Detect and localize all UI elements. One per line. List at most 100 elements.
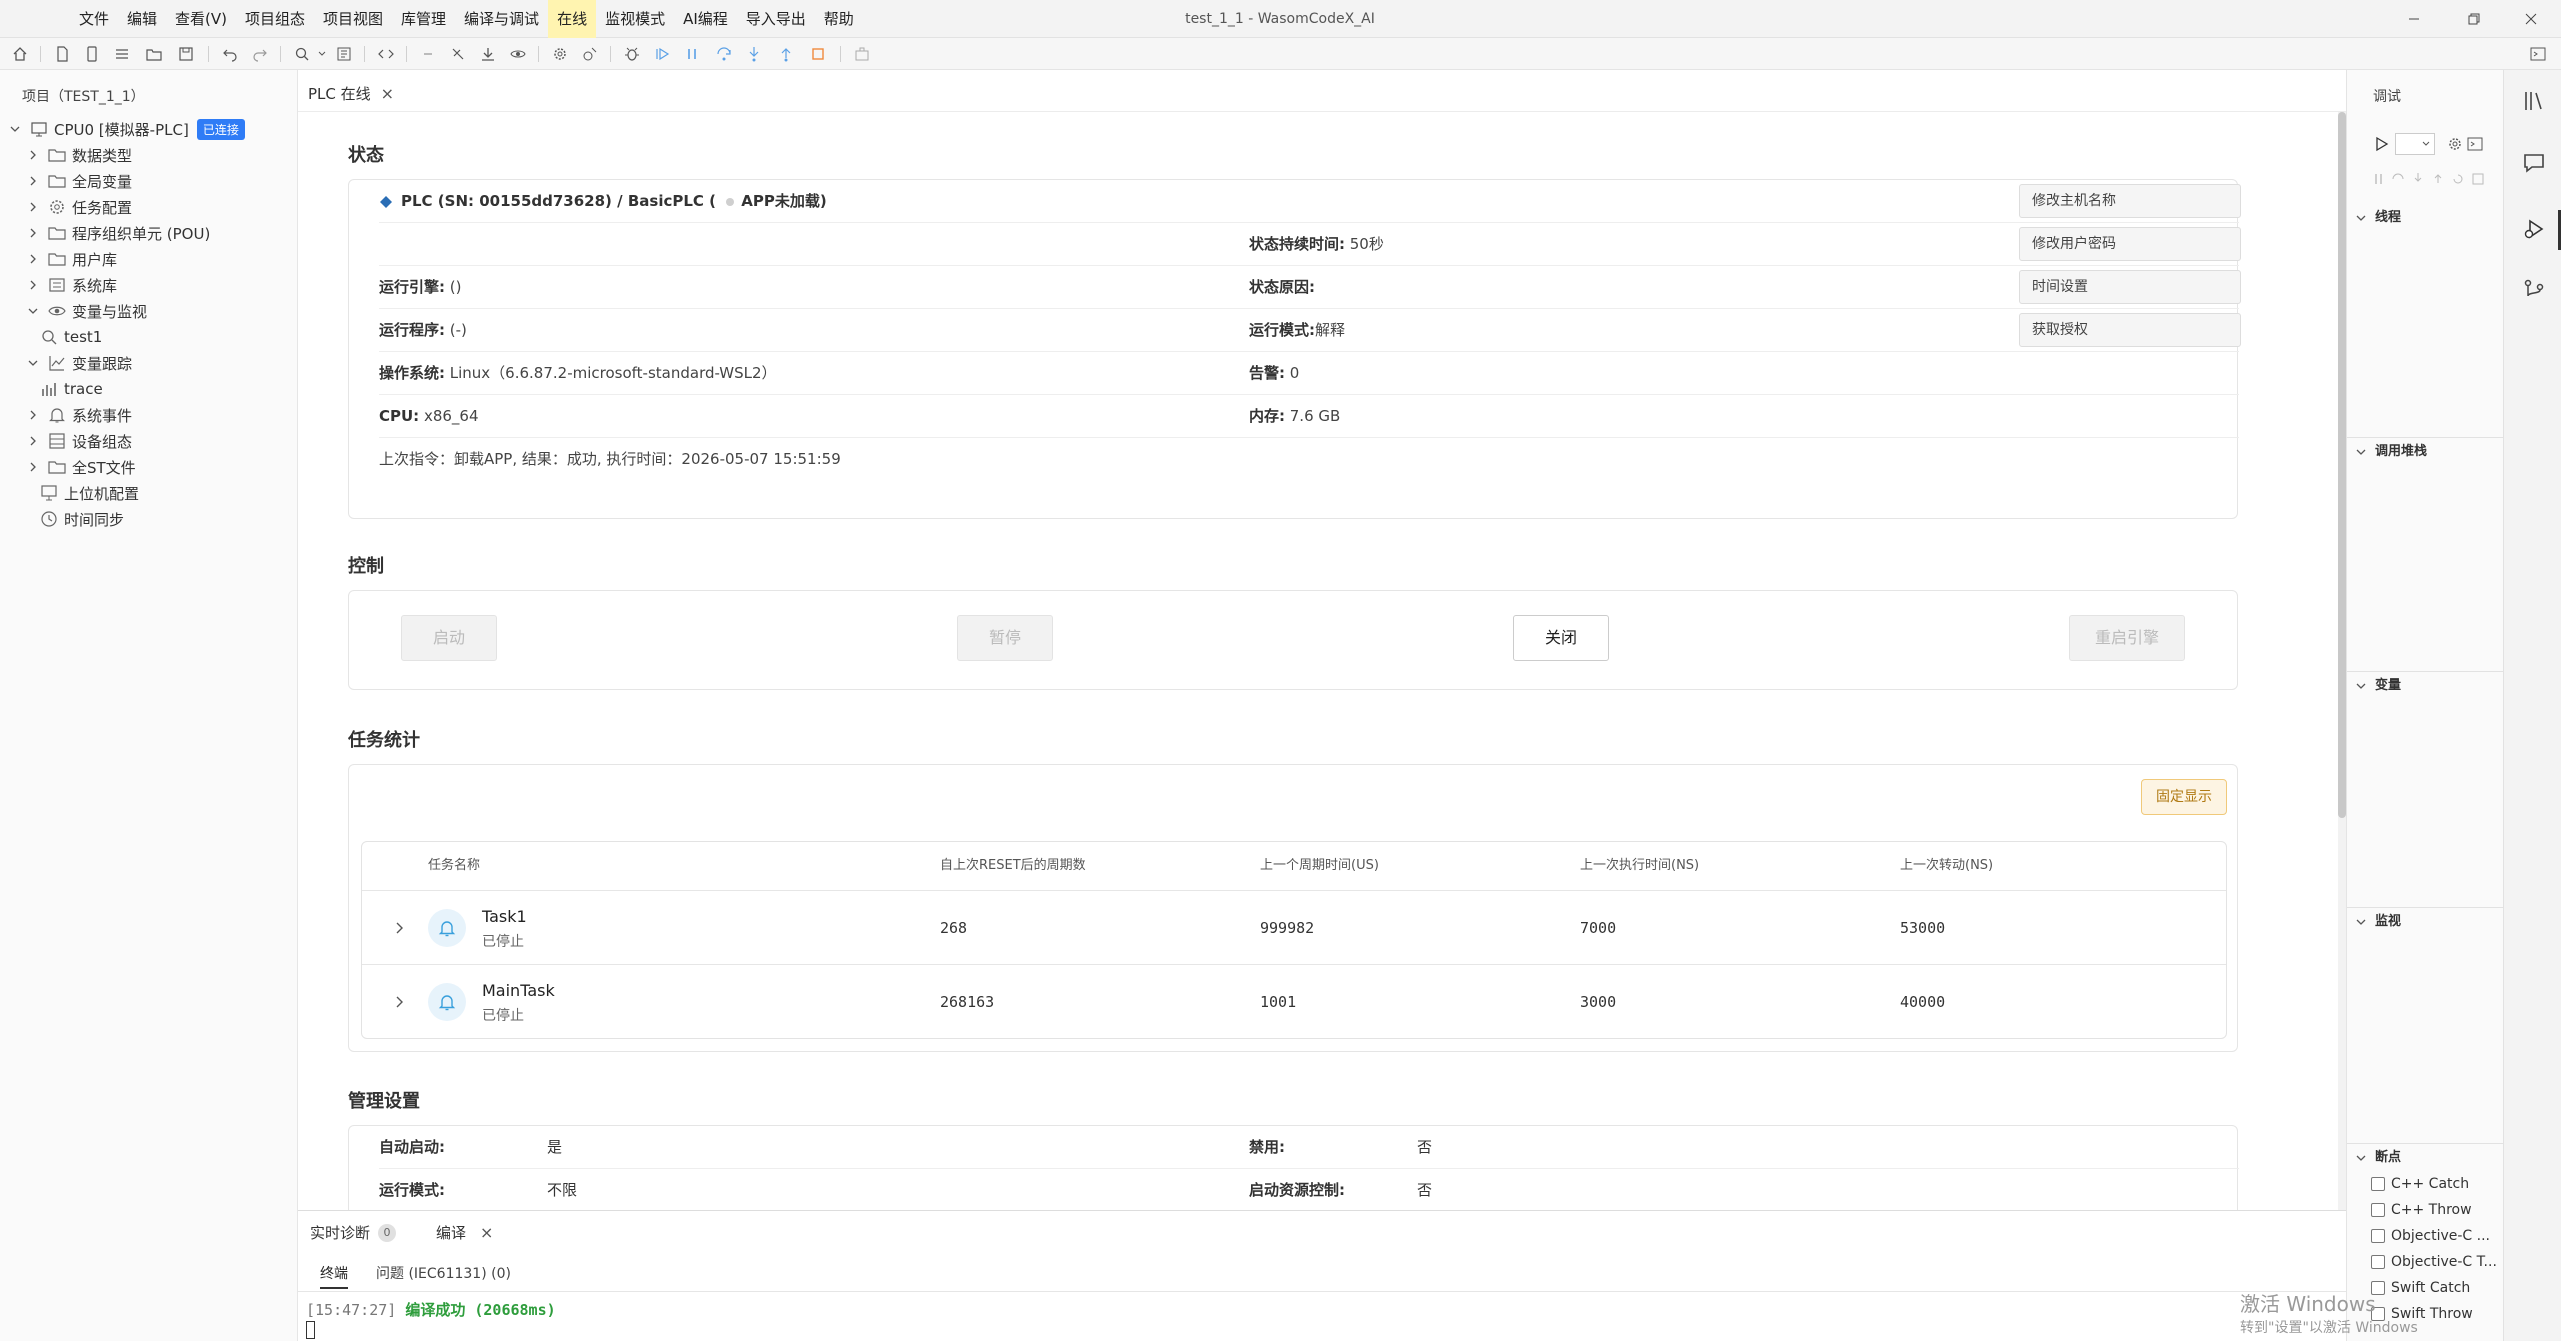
chevron-right-icon[interactable] [390,919,408,937]
close-window-button[interactable] [2501,0,2561,38]
close-plc-button[interactable]: 关闭 [1513,615,1609,661]
menu-import-export[interactable]: 导入导出 [737,0,815,38]
tab-plc-online[interactable]: PLC 在线 × [308,80,394,106]
tab-compile[interactable]: 编译 × [436,1219,493,1247]
new-file-button[interactable] [52,44,72,64]
code-button[interactable] [376,44,396,64]
debug-config-select[interactable] [2395,133,2435,155]
menu-build-debug[interactable]: 编译与调试 [455,0,548,38]
start-button[interactable]: 启动 [401,615,497,661]
play-icon[interactable] [2373,136,2389,152]
breakpoint-cpp-catch[interactable]: C++ Catch [2371,1172,2499,1196]
minimize-button[interactable] [2384,0,2444,38]
menu-ai-programming[interactable]: AI编程 [674,0,737,38]
chat-view-button[interactable] [2521,150,2547,176]
tab-close-button[interactable]: × [480,1219,493,1247]
restart-engine-button[interactable]: 重启引擎 [2069,615,2185,661]
tree-item-pou[interactable]: 程序组织单元 (POU) [26,220,210,246]
subtab-terminal[interactable]: 终端 [320,1259,348,1289]
step-out-button[interactable] [776,44,796,64]
settings-button[interactable] [550,44,570,64]
pause-plc-button[interactable]: 暂停 [957,615,1053,661]
monitor-button[interactable] [508,44,528,64]
section-threads[interactable]: 线程 [2355,206,2495,230]
menu-edit[interactable]: 编辑 [118,0,166,38]
connect-button[interactable] [418,44,438,64]
download-button[interactable] [478,44,498,64]
tree-item-user-lib[interactable]: 用户库 [26,246,117,272]
debug-button[interactable] [622,44,642,64]
tree-item-device-config[interactable]: 设备组态 [26,428,132,454]
step-into-button[interactable] [744,44,764,64]
stop-button[interactable] [808,44,828,64]
checkbox[interactable] [2371,1177,2385,1191]
tree-root-cpu0[interactable]: CPU0 [模拟器-PLC] 已连接 [8,116,245,142]
search-dropdown-button[interactable] [312,44,332,64]
menu-help[interactable]: 帮助 [815,0,863,38]
step-over-button[interactable] [714,44,734,64]
tree-item-system-lib[interactable]: 系统库 [26,272,117,298]
chevron-right-icon[interactable] [390,993,408,1011]
undo-button[interactable] [220,44,240,64]
menu-online[interactable]: 在线 [548,0,597,38]
search-button[interactable] [292,44,312,64]
restart-icon[interactable] [2451,172,2465,186]
debug-view-button[interactable] [2521,216,2547,242]
menu-project-config[interactable]: 项目组态 [236,0,314,38]
tree-item-test1[interactable]: test1 [40,324,102,350]
source-control-button[interactable] [2521,276,2547,302]
menu-project-view[interactable]: 项目视图 [314,0,392,38]
rename-host-button[interactable]: 修改主机名称 [2019,184,2241,218]
tree-item-st-files[interactable]: 全ST文件 [26,454,136,480]
restore-button[interactable] [2444,0,2504,38]
main-scrollbar-thumb[interactable] [2338,112,2346,818]
list-button[interactable] [112,44,132,64]
open-folder-button[interactable] [144,44,164,64]
continue-button[interactable] [652,44,672,64]
tree-item-var-trace[interactable]: 变量跟踪 [26,350,132,376]
time-settings-button[interactable]: 时间设置 [2019,270,2241,304]
section-variables[interactable]: 变量 [2355,674,2495,698]
debug-config-button[interactable] [580,44,600,64]
breakpoint-objc-throw[interactable]: Objective-C T... [2371,1250,2499,1274]
save-button[interactable] [176,44,196,64]
section-call-stack[interactable]: 调用堆栈 [2355,440,2495,464]
section-watch[interactable]: 监视 [2355,910,2495,934]
main-scrollbar[interactable] [2338,112,2346,1210]
checkbox[interactable] [2371,1229,2385,1243]
tree-item-data-types[interactable]: 数据类型 [26,142,132,168]
package-button[interactable] [852,44,872,64]
subtab-problems[interactable]: 问题 (IEC61131) (0) [376,1259,511,1289]
home-button[interactable] [10,44,30,64]
menu-monitor-mode[interactable]: 监视模式 [596,0,674,38]
tree-item-var-monitor[interactable]: 变量与监视 [26,298,147,324]
terminal-icon[interactable] [2467,136,2483,152]
tab-close-button[interactable]: × [381,84,394,103]
pin-display-button[interactable]: 固定显示 [2141,779,2227,815]
terminal-toggle-button[interactable] [2528,44,2548,64]
tree-item-trace[interactable]: trace [40,376,103,402]
tree-item-hmi-config[interactable]: 上位机配置 [40,480,139,506]
checkbox[interactable] [2371,1203,2385,1217]
get-license-button[interactable]: 获取授权 [2019,313,2241,347]
table-row[interactable]: Task1 已停止 268 999982 7000 53000 [362,890,2226,964]
section-breakpoints[interactable]: 断点 [2355,1146,2495,1170]
tree-item-task-config[interactable]: 任务配置 [26,194,132,220]
menu-view[interactable]: 查看(V) [166,0,236,38]
step-over-icon[interactable] [2391,172,2405,186]
change-password-button[interactable]: 修改用户密码 [2019,227,2241,261]
device-button[interactable] [82,44,102,64]
library-view-button[interactable] [2521,88,2547,114]
compile-button[interactable] [334,44,354,64]
stop-icon[interactable] [2471,172,2485,186]
tree-item-time-sync[interactable]: 时间同步 [40,506,124,532]
tree-item-global-vars[interactable]: 全局变量 [26,168,132,194]
breakpoint-cpp-throw[interactable]: C++ Throw [2371,1198,2499,1222]
checkbox[interactable] [2371,1255,2385,1269]
redo-button[interactable] [250,44,270,64]
disconnect-button[interactable] [448,44,468,64]
menu-library[interactable]: 库管理 [392,0,455,38]
tab-realtime-diagnostics[interactable]: 实时诊断 0 [310,1219,397,1247]
step-into-icon[interactable] [2411,172,2425,186]
table-row[interactable]: MainTask 已停止 268163 1001 3000 40000 [362,964,2226,1038]
